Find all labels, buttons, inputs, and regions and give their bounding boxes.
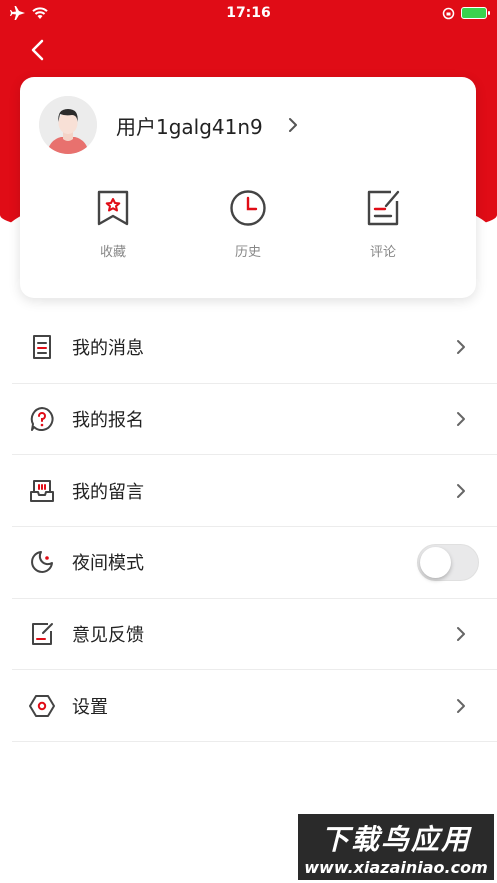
avatar[interactable] bbox=[39, 96, 97, 154]
message-list-icon bbox=[33, 335, 51, 360]
menu-item-settings[interactable]: 设置 bbox=[12, 670, 497, 743]
profile-card: 用户1galg41n9 收藏 历史 评论 bbox=[20, 77, 476, 298]
feedback-edit-icon bbox=[32, 623, 53, 646]
menu-label-guestbook: 我的留言 bbox=[72, 481, 144, 503]
back-arrow-icon[interactable] bbox=[26, 38, 50, 62]
menu-label-registrations: 我的报名 bbox=[72, 410, 144, 432]
menu-label-feedback: 意见反馈 bbox=[72, 625, 144, 647]
shortcut-favorites-label: 收藏 bbox=[99, 245, 126, 260]
shortcut-favorites[interactable]: 收藏 bbox=[73, 189, 153, 260]
chevron-right-icon bbox=[457, 627, 465, 642]
user-avatar-icon bbox=[39, 96, 97, 154]
shortcut-comments-label: 评论 bbox=[369, 245, 396, 260]
shortcut-history-label: 历史 bbox=[234, 245, 261, 260]
question-bubble-icon bbox=[30, 407, 54, 432]
menu-item-night-mode: 夜间模式 bbox=[12, 527, 497, 599]
menu-label-settings: 设置 bbox=[72, 696, 108, 718]
battery-icon bbox=[461, 7, 490, 19]
shortcut-comments[interactable]: 评论 bbox=[343, 189, 423, 260]
watermark-url: www.xiazainiao.com bbox=[304, 858, 488, 877]
chevron-right-icon bbox=[457, 340, 465, 355]
watermark-title: 下载鸟应用 bbox=[320, 823, 471, 856]
night-mode-toggle[interactable] bbox=[417, 543, 479, 581]
menu-item-messages[interactable]: 我的消息 bbox=[12, 312, 497, 384]
settings-hexagon-icon bbox=[29, 694, 55, 717]
shortcut-history[interactable]: 历史 bbox=[208, 189, 288, 260]
watermark: 下载鸟应用 www.xiazainiao.com bbox=[298, 814, 494, 880]
status-bar: 17:16 bbox=[0, 0, 497, 26]
moon-icon bbox=[31, 551, 53, 574]
menu-item-feedback[interactable]: 意见反馈 bbox=[12, 599, 497, 671]
chevron-right-icon bbox=[457, 483, 465, 498]
menu-label-night-mode: 夜间模式 bbox=[72, 553, 144, 575]
username[interactable]: 用户1galg41n9 bbox=[116, 111, 263, 140]
toggle-knob bbox=[420, 546, 451, 578]
chevron-right-icon bbox=[457, 412, 465, 427]
clock-icon bbox=[230, 190, 266, 226]
menu-item-registrations[interactable]: 我的报名 bbox=[12, 384, 497, 456]
chevron-right-icon bbox=[457, 698, 465, 713]
chevron-right-icon[interactable] bbox=[286, 115, 300, 135]
menu-label-messages: 我的消息 bbox=[72, 338, 144, 360]
menu-item-guestbook[interactable]: 我的留言 bbox=[12, 455, 497, 528]
menu-list: 我的消息 我的报名 我的留言 夜间模式 意见反馈 设置 bbox=[12, 312, 497, 743]
bookmark-icon bbox=[97, 190, 129, 226]
comment-edit-icon bbox=[367, 190, 400, 226]
inbox-icon bbox=[30, 479, 54, 502]
status-time: 17:16 bbox=[226, 5, 271, 21]
